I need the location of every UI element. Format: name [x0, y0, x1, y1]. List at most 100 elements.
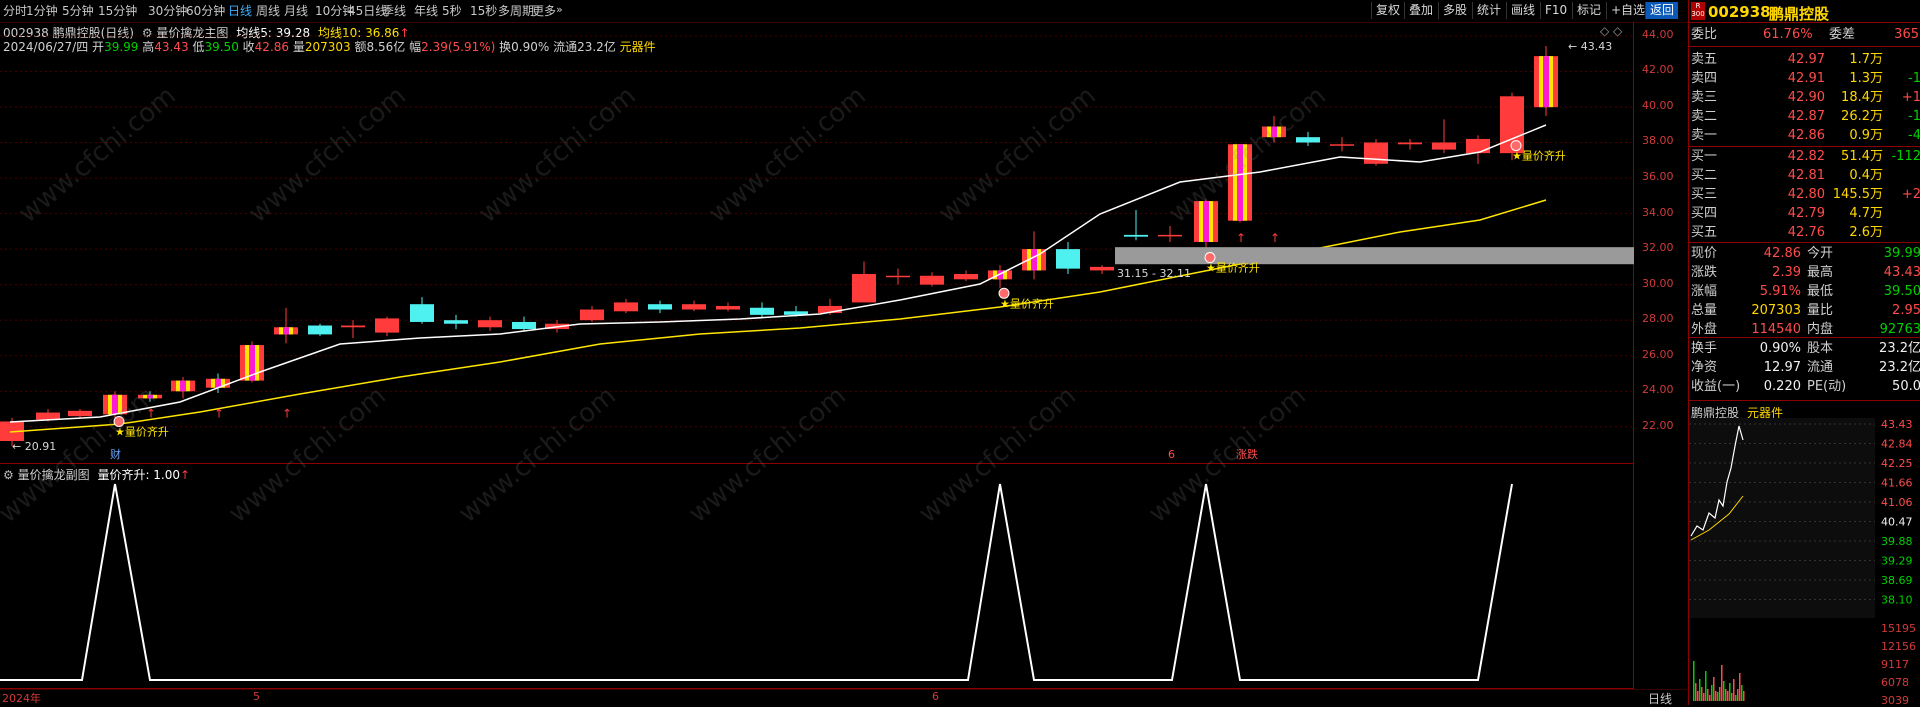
tab-period-16[interactable]: 更多 — [532, 3, 556, 19]
mini-volume-bar — [1717, 692, 1719, 701]
mini-volume-tick-4: 3039 — [1881, 694, 1909, 705]
signal-marker-2[interactable] — [1204, 252, 1216, 264]
signal-marker-3[interactable] — [1510, 140, 1522, 152]
candle-41[interactable] — [1398, 138, 1422, 150]
sell-row-2[interactable]: 卖三 42.90 18.4万 +1 — [1689, 89, 1920, 107]
candle-42[interactable] — [1432, 119, 1456, 154]
tab-period-0[interactable]: 分时 — [3, 3, 27, 19]
toolbar-button-1[interactable]: 叠加 — [1404, 2, 1437, 19]
candle-14[interactable] — [478, 316, 502, 331]
toolbar-button-7[interactable]: +自选 — [1606, 2, 1649, 19]
period-indicator[interactable]: 日线 — [1648, 690, 1672, 707]
tab-period-11[interactable]: 季线 — [382, 3, 406, 19]
tab-period-5[interactable]: 60分钟 — [186, 3, 225, 19]
candle-30[interactable] — [1022, 231, 1046, 280]
mini-volume-tick-3: 6078 — [1881, 676, 1909, 689]
candle-5[interactable] — [171, 377, 195, 399]
candle-17[interactable] — [580, 305, 604, 322]
x-axis: 2024年 5 6 日线 — [0, 689, 1688, 706]
tab-period-8[interactable]: 月线 — [284, 3, 308, 19]
buy-row-1[interactable]: 买二 42.81 0.4万 — [1689, 167, 1920, 185]
sell-label-2: 卖三 — [1691, 90, 1718, 105]
candle-8[interactable] — [274, 307, 298, 344]
candle-27[interactable] — [920, 272, 944, 287]
candle-33[interactable] — [1124, 210, 1148, 241]
candle-31[interactable] — [1056, 242, 1080, 274]
stats2-value2-2: 50.0 — [1892, 379, 1920, 394]
x-label-may: 5 — [253, 690, 260, 703]
candle-2[interactable] — [68, 409, 92, 418]
toolbar-button-0[interactable]: 复权 — [1371, 2, 1404, 19]
stats2-label2-0: 股本 — [1807, 341, 1834, 356]
mini-price-tick-8: 38.69 — [1881, 574, 1913, 587]
signal-marker-1[interactable] — [998, 287, 1010, 299]
candle-13[interactable] — [444, 314, 468, 330]
sell-row-0[interactable]: 卖五 42.97 1.7万 — [1689, 51, 1920, 69]
y-tick-8: 28.00 — [1642, 312, 1674, 326]
toolbar-button-4[interactable]: 画线 — [1506, 2, 1539, 19]
buy-volume-1: 0.4万 — [1849, 168, 1883, 183]
stats-label1-0: 现价 — [1691, 246, 1718, 261]
tab-period-7[interactable]: 周线 — [256, 3, 280, 19]
intraday-mini-chart[interactable]: 43.43 42.84 42.25 41.66 41.06 40.47 39.88 39.29… — [1689, 418, 1920, 705]
candle-34[interactable] — [1158, 226, 1182, 242]
candle-28[interactable] — [954, 270, 978, 282]
tab-period-15[interactable]: 多周期 — [498, 3, 534, 19]
candle-9[interactable] — [308, 323, 332, 337]
tab-period-4[interactable]: 30分钟 — [148, 3, 187, 19]
tab-period-6[interactable]: 日线 — [228, 3, 252, 19]
tab-period-2[interactable]: 5分钟 — [62, 3, 94, 19]
candle-25[interactable] — [852, 261, 876, 303]
stats-label2-4: 内盘 — [1807, 322, 1834, 337]
candle-40[interactable] — [1364, 138, 1388, 166]
tab-period-3[interactable]: 15分钟 — [98, 3, 137, 19]
mini-price-tick-0: 43.43 — [1881, 418, 1913, 431]
candle-45[interactable] — [1534, 46, 1558, 116]
toolbar-button-5[interactable]: F10 — [1540, 2, 1571, 19]
candle-32[interactable] — [1090, 265, 1114, 274]
candle-20[interactable] — [682, 300, 706, 312]
candle-19[interactable] — [648, 300, 672, 314]
mini-volume-bar — [1737, 689, 1739, 701]
event-mark-0[interactable]: 财 — [110, 447, 121, 461]
candle-22[interactable] — [750, 302, 774, 319]
buy-row-4[interactable]: 买五 42.76 2.6万 — [1689, 224, 1920, 242]
toolbar-button-6[interactable]: 标记 — [1572, 2, 1605, 19]
mini-price-tick-2: 42.25 — [1881, 457, 1913, 470]
more-chevron-icon[interactable]: » — [556, 3, 563, 16]
sell-change-3: -1 — [1908, 109, 1920, 124]
candle-10[interactable] — [341, 320, 365, 338]
toolbar-button-8[interactable]: 返回 — [1645, 2, 1679, 19]
candle-15[interactable] — [512, 316, 536, 331]
toolbar-button-3[interactable]: 统计 — [1472, 2, 1505, 19]
event-mark-1[interactable]: 6 — [1168, 448, 1175, 461]
sell-row-3[interactable]: 卖二 42.87 26.2万 -1 — [1689, 108, 1920, 126]
y-tick-3: 38.00 — [1642, 134, 1674, 148]
mini-volume-bar — [1701, 687, 1703, 701]
stats-label2-0: 今开 — [1807, 246, 1834, 261]
stats2-value1-0: 0.90% — [1759, 341, 1801, 356]
candle-38[interactable] — [1296, 131, 1320, 147]
tab-period-12[interactable]: 年线 — [414, 3, 438, 19]
candle-39[interactable] — [1330, 137, 1354, 152]
buy-row-3[interactable]: 买四 42.79 4.7万 — [1689, 205, 1920, 223]
x-label-june: 6 — [932, 690, 939, 703]
sell-row-4[interactable]: 卖一 42.86 0.9万 -4 — [1689, 127, 1920, 145]
candle-18[interactable] — [614, 298, 638, 314]
buy-row-0[interactable]: 买一 42.82 51.4万 -112 — [1689, 148, 1920, 166]
toolbar-button-2[interactable]: 多股 — [1438, 2, 1471, 19]
tab-period-14[interactable]: 15秒 — [470, 3, 497, 19]
buy-row-2[interactable]: 买三 42.80 145.5万 +2 — [1689, 186, 1920, 204]
sell-row-1[interactable]: 卖四 42.91 1.3万 -1 — [1689, 70, 1920, 88]
candle-26[interactable] — [886, 268, 910, 285]
candle-7[interactable] — [240, 341, 264, 383]
tab-period-13[interactable]: 5秒 — [442, 3, 462, 19]
mini-volume-bar — [1729, 683, 1731, 701]
candle-12[interactable] — [410, 297, 434, 324]
mini-price-area — [1689, 418, 1875, 618]
candle-21[interactable] — [716, 302, 740, 312]
tab-period-1[interactable]: 1分钟 — [26, 3, 58, 19]
buy-volume-3: 4.7万 — [1849, 206, 1883, 221]
quote-panel: R 300 002938 鹏鼎控股 委比 61.76% 委差 365 鹏鼎控股 … — [1688, 0, 1920, 705]
candle-11[interactable] — [375, 316, 399, 337]
